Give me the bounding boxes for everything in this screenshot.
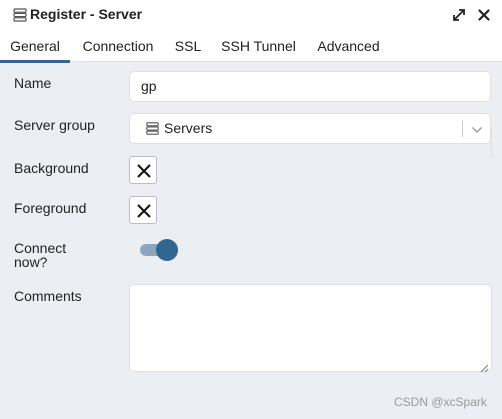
resize-grip-icon[interactable] — [480, 360, 489, 373]
background-label: Background — [14, 160, 89, 176]
title-bar[interactable]: Register - Server — [0, 0, 502, 31]
server-group-value: Servers — [164, 120, 213, 136]
panel-edge — [491, 128, 502, 158]
server-icon — [13, 8, 27, 22]
clear-x-icon — [137, 204, 151, 218]
clear-x-icon — [137, 164, 151, 178]
name-label: Name — [14, 75, 52, 91]
watermark: CSDN @xcSpark — [394, 395, 487, 409]
connect-now-toggle[interactable] — [140, 239, 178, 261]
comments-label: Comments — [14, 288, 82, 304]
tab-advanced[interactable]: Advanced — [310, 31, 387, 62]
background-color-picker[interactable] — [129, 156, 157, 184]
comments-textarea[interactable] — [129, 284, 492, 373]
expand-icon[interactable] — [451, 7, 467, 23]
dialog-title: Register - Server — [30, 6, 143, 22]
server-group-select[interactable]: Servers — [129, 113, 491, 144]
register-server-dialog: Register - Server General Connection SSL… — [0, 0, 502, 419]
server-group-icon — [146, 122, 159, 135]
tab-ssh-tunnel[interactable]: SSH Tunnel — [214, 31, 303, 62]
foreground-label: Foreground — [14, 200, 87, 216]
connect-now-label-line2: now? — [14, 254, 48, 270]
tab-bar: General Connection SSL SSH Tunnel Advanc… — [0, 31, 502, 63]
tab-ssl[interactable]: SSL — [169, 31, 207, 62]
select-separator — [462, 121, 463, 137]
tab-general[interactable]: General — [0, 31, 70, 63]
close-icon[interactable] — [476, 7, 492, 23]
server-group-label: Server group — [14, 117, 95, 133]
tab-connection[interactable]: Connection — [74, 31, 162, 62]
toggle-knob — [156, 239, 178, 261]
foreground-color-picker[interactable] — [129, 196, 157, 224]
name-input[interactable]: gp — [129, 71, 491, 102]
chevron-down-icon[interactable] — [471, 123, 483, 135]
